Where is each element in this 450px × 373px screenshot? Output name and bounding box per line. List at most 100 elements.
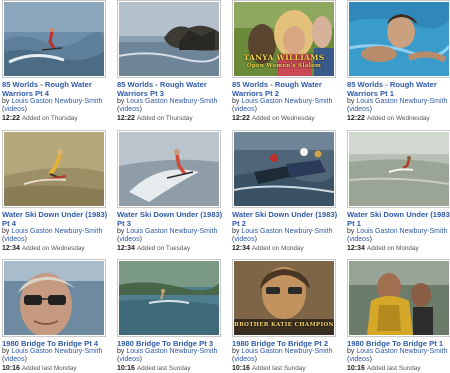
category-link[interactable]: videos — [119, 236, 139, 243]
video-thumbnail[interactable] — [2, 130, 106, 208]
video-duration: 10:16 — [347, 364, 365, 372]
video-stats-line: 12:34 Added on Tuesday — [117, 245, 225, 253]
video-thumbnail[interactable] — [347, 0, 450, 78]
author-link[interactable]: Louis Gaston Newbury-Smith — [356, 98, 447, 105]
video-item: Water Ski Down Under (1983) Pt 2 by Loui… — [230, 130, 340, 253]
video-category-line: (videos) — [2, 356, 27, 364]
video-category-line: (videos) — [347, 356, 372, 364]
video-thumbnail[interactable]: TANYA WILLIAMS Open Women's Slalom — [232, 0, 336, 78]
video-title-link[interactable]: Water Ski Down Under (1983) Pt 1 — [347, 210, 450, 228]
video-item: 85 Worlds - Rough Water Warriors Pt 3 by… — [115, 0, 225, 123]
thumbnail-image — [349, 261, 449, 335]
category-link[interactable]: videos — [4, 106, 24, 113]
video-title-link[interactable]: Water Ski Down Under (1983) Pt 4 — [2, 210, 110, 228]
video-title-link[interactable]: Water Ski Down Under (1983) Pt 3 — [117, 210, 225, 228]
video-added-date: Added last Sunday — [366, 364, 421, 372]
author-link[interactable]: Louis Gaston Newbury-Smith — [126, 98, 217, 105]
by-label: by — [117, 228, 125, 235]
category-link[interactable]: videos — [349, 356, 369, 363]
video-duration: 12:22 — [2, 114, 20, 122]
video-title-link[interactable]: Water Ski Down Under (1983) Pt 2 — [232, 210, 340, 228]
video-thumbnail[interactable] — [347, 259, 450, 337]
video-stats-line: 12:34 Added on Wednesday — [2, 245, 110, 253]
video-author-line: by Louis Gaston Newbury-Smith — [2, 228, 110, 236]
video-title-link[interactable]: 1980 Bridge To Bridge Pt 3 — [117, 339, 225, 348]
category-link[interactable]: videos — [4, 356, 24, 363]
video-thumbnail[interactable] — [117, 130, 221, 208]
author-link[interactable]: Louis Gaston Newbury-Smith — [241, 348, 332, 355]
video-added-date: Added on Monday — [251, 244, 304, 252]
video-title-link[interactable]: 1980 Bridge To Bridge Pt 2 — [232, 339, 340, 348]
category-link[interactable]: videos — [234, 236, 254, 243]
thumbnail-image — [119, 261, 219, 335]
author-link[interactable]: Louis Gaston Newbury-Smith — [356, 348, 447, 355]
video-item: 1980 Bridge To Bridge Pt 1 by Louis Gast… — [345, 259, 450, 373]
video-duration: 12:34 — [232, 244, 250, 252]
by-label: by — [117, 348, 125, 355]
video-title-link[interactable]: 85 Worlds - Rough Water Warriors Pt 2 — [232, 80, 340, 98]
author-link[interactable]: Louis Gaston Newbury-Smith — [11, 98, 102, 105]
video-stats-line: 12:22 Added on Thursday — [117, 115, 225, 123]
video-title-link[interactable]: 85 Worlds - Rough Water Warriors Pt 1 — [347, 80, 450, 98]
video-stats-line: 12:22 Added on Thursday — [2, 115, 110, 123]
video-title-link[interactable]: 85 Worlds - Rough Water Warriors Pt 3 — [117, 80, 225, 98]
category-link[interactable]: videos — [349, 106, 369, 113]
video-added-date: Added on Wednesday — [21, 244, 85, 252]
video-author-line: by Louis Gaston Newbury-Smith — [2, 348, 110, 356]
category-link[interactable]: videos — [349, 236, 369, 243]
video-category-line: (videos) — [347, 106, 372, 114]
author-link[interactable]: Louis Gaston Newbury-Smith — [11, 348, 102, 355]
video-thumbnail[interactable] — [117, 0, 221, 78]
author-link[interactable]: Louis Gaston Newbury-Smith — [126, 228, 217, 235]
author-link[interactable]: Louis Gaston Newbury-Smith — [241, 228, 332, 235]
video-duration: 12:34 — [347, 244, 365, 252]
category-link[interactable]: videos — [234, 356, 254, 363]
author-link[interactable]: Louis Gaston Newbury-Smith — [11, 228, 102, 235]
video-duration: 12:34 — [2, 244, 20, 252]
author-link[interactable]: Louis Gaston Newbury-Smith — [126, 348, 217, 355]
video-title-link[interactable]: 1980 Bridge To Bridge Pt 4 — [2, 339, 110, 348]
video-author-line: by Louis Gaston Newbury-Smith — [347, 98, 450, 106]
video-thumbnail[interactable] — [117, 259, 221, 337]
video-thumbnail[interactable] — [2, 0, 106, 78]
video-author-line: by Louis Gaston Newbury-Smith — [347, 348, 450, 356]
video-title-link[interactable]: 1980 Bridge To Bridge Pt 1 — [347, 339, 450, 348]
category-link[interactable]: videos — [4, 236, 24, 243]
video-duration: 10:16 — [117, 364, 135, 372]
by-label: by — [2, 98, 10, 105]
video-duration: 12:22 — [117, 114, 135, 122]
video-duration: 10:16 — [232, 364, 250, 372]
video-author-line: by Louis Gaston Newbury-Smith — [117, 348, 225, 356]
video-thumbnail[interactable]: BROTHER KATIE CHAMPION — [232, 259, 336, 337]
video-added-date: Added last Sunday — [251, 364, 306, 372]
category-link[interactable]: videos — [119, 106, 139, 113]
video-category-line: (videos) — [232, 356, 257, 364]
video-category-line: (videos) — [2, 106, 27, 114]
video-thumbnail[interactable] — [2, 259, 106, 337]
video-thumbnail[interactable] — [232, 130, 336, 208]
video-author-line: by Louis Gaston Newbury-Smith — [232, 348, 340, 356]
video-author-line: by Louis Gaston Newbury-Smith — [232, 98, 340, 106]
category-link[interactable]: videos — [234, 106, 254, 113]
video-stats-line: 10:16 Added last Sunday — [117, 365, 225, 373]
video-author-line: by Louis Gaston Newbury-Smith — [2, 98, 110, 106]
video-added-date: Added on Monday — [366, 244, 419, 252]
video-category-line: (videos) — [232, 236, 257, 244]
video-stats-line: 10:16 Added last Sunday — [232, 365, 340, 373]
video-category-line: (videos) — [232, 106, 257, 114]
video-item: 85 Worlds - Rough Water Warriors Pt 4 by… — [0, 0, 110, 123]
author-link[interactable]: Louis Gaston Newbury-Smith — [241, 98, 332, 105]
author-link[interactable]: Louis Gaston Newbury-Smith — [356, 228, 447, 235]
category-link[interactable]: videos — [119, 356, 139, 363]
by-label: by — [347, 98, 355, 105]
video-stats-line: 10:16 Added last Monday — [2, 365, 110, 373]
video-grid: 85 Worlds - Rough Water Warriors Pt 4 by… — [0, 0, 450, 373]
video-duration: 12:22 — [232, 114, 250, 122]
video-stats-line: 12:22 Added on Wednesday — [347, 115, 450, 123]
video-added-date: Added on Wednesday — [366, 114, 430, 122]
video-thumbnail[interactable] — [347, 130, 450, 208]
thumbnail-image — [4, 2, 104, 76]
video-stats-line: 12:34 Added on Monday — [347, 245, 450, 253]
by-label: by — [2, 228, 10, 235]
video-title-link[interactable]: 85 Worlds - Rough Water Warriors Pt 4 — [2, 80, 110, 98]
